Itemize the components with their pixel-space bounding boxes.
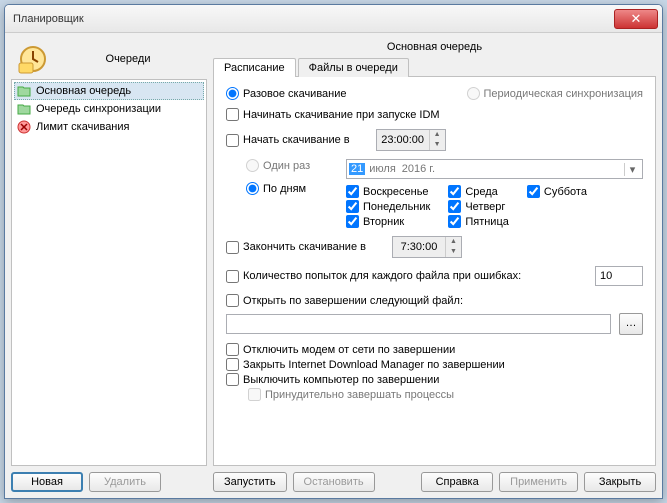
up-icon[interactable]: ▲ [430, 130, 445, 140]
queues-header: Очереди [11, 39, 207, 79]
down-icon[interactable]: ▼ [430, 140, 445, 150]
apply-button: Применить [499, 472, 578, 492]
up-icon[interactable]: ▲ [446, 237, 461, 247]
sidebar-item-label: Очередь синхронизации [36, 103, 161, 115]
folder-icon [16, 101, 32, 117]
check-retries[interactable]: Количество попыток для каждого файла при… [226, 270, 521, 283]
down-icon[interactable]: ▼ [446, 247, 461, 257]
folder-icon [16, 83, 32, 99]
help-button[interactable]: Справка [421, 472, 493, 492]
queue-list: Основная очередь Очередь синхронизации Л… [11, 79, 207, 466]
check-start-on-launch[interactable]: Начинать скачивание при запуске IDM [226, 108, 440, 121]
check-force-kill: Принудительно завершать процессы [248, 388, 643, 401]
check-sunday[interactable]: Воскресенье [346, 185, 430, 198]
radio-once: Один раз [246, 159, 326, 172]
retries-field[interactable] [595, 266, 643, 286]
stop-button: Остановить [293, 472, 375, 492]
browse-button[interactable]: … [619, 313, 643, 335]
check-monday[interactable]: Понедельник [346, 200, 430, 213]
stop-time-spinner[interactable]: ▲▼ [392, 236, 462, 258]
tab-schedule[interactable]: Расписание [213, 58, 296, 77]
check-saturday[interactable]: Суббота [527, 185, 587, 198]
clock-icon [17, 43, 49, 75]
check-friday[interactable]: Пятница [448, 215, 509, 228]
check-thursday[interactable]: Четверг [448, 200, 509, 213]
start-time-spinner[interactable]: ▲▼ [376, 129, 446, 151]
date-picker: 21 июля 2016 г. ▾ [346, 159, 643, 179]
check-stop-at[interactable]: Закончить скачивание в [226, 241, 366, 254]
delete-queue-button: Удалить [89, 472, 161, 492]
sidebar-item-download-limit[interactable]: Лимит скачивания [14, 118, 204, 136]
tab-files[interactable]: Файлы в очереди [298, 58, 409, 77]
limit-icon [16, 119, 32, 135]
open-file-field[interactable] [226, 314, 611, 334]
radio-by-days[interactable]: По дням [246, 182, 326, 195]
close-icon[interactable]: ✕ [614, 9, 658, 29]
window-title: Планировщик [13, 13, 614, 25]
sidebar-item-main-queue[interactable]: Основная очередь [14, 82, 204, 100]
titlebar: Планировщик ✕ [5, 5, 662, 33]
sidebar-item-label: Лимит скачивания [36, 121, 129, 133]
check-disconnect[interactable]: Отключить модем от сети по завершении [226, 343, 643, 356]
check-tuesday[interactable]: Вторник [346, 215, 430, 228]
chevron-down-icon: ▾ [624, 163, 640, 176]
sidebar-item-label: Основная очередь [36, 85, 131, 97]
check-open-after[interactable]: Открыть по завершении следующий файл: [226, 294, 463, 307]
tabs: Расписание Файлы в очереди [213, 58, 656, 77]
run-button[interactable]: Запустить [213, 472, 287, 492]
sidebar-item-sync-queue[interactable]: Очередь синхронизации [14, 100, 204, 118]
start-time-field[interactable] [377, 130, 429, 150]
new-queue-button[interactable]: Новая [11, 472, 83, 492]
check-shutdown[interactable]: Выключить компьютер по завершении [226, 373, 643, 386]
check-start-at[interactable]: Начать скачивание в [226, 134, 350, 147]
radio-single-download[interactable]: Разовое скачивание [226, 87, 347, 100]
scheduler-window: Планировщик ✕ Очереди Основная очередь О… [4, 4, 663, 499]
close-button[interactable]: Закрыть [584, 472, 656, 492]
check-wednesday[interactable]: Среда [448, 185, 509, 198]
radio-periodic-sync: Периодическая синхронизация [467, 87, 644, 100]
queues-title: Очереди [55, 53, 201, 65]
check-close-idm[interactable]: Закрыть Internet Download Manager по зав… [226, 358, 643, 371]
main-title: Основная очередь [213, 39, 656, 57]
stop-time-field[interactable] [393, 237, 445, 257]
